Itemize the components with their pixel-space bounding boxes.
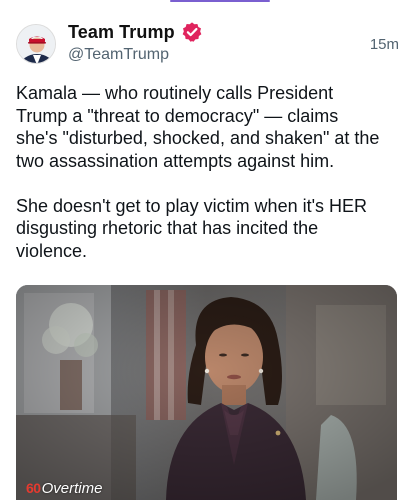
verified-badge-icon <box>181 21 203 43</box>
post-media-image[interactable]: 60 Overtime <box>16 285 397 500</box>
logo-number: 60 <box>26 480 41 496</box>
author-handle[interactable]: @TeamTrump <box>68 46 169 64</box>
author-display-name[interactable]: Team Trump <box>68 22 175 43</box>
post-timestamp[interactable]: 15m <box>370 36 399 53</box>
logo-word: Overtime <box>41 480 103 497</box>
sixty-minutes-overtime-logo: 60 Overtime <box>26 480 102 497</box>
interview-photo <box>16 285 397 500</box>
post-body-text: Kamala — who routinely calls President T… <box>16 83 380 261</box>
post-card[interactable]: Team Trump @TeamTrump 15m Kamala — who r… <box>0 0 413 500</box>
post-header: Team Trump @TeamTrump 15m <box>16 18 401 68</box>
profile-avatar[interactable] <box>16 24 56 64</box>
author-name-row: Team Trump <box>68 20 203 44</box>
